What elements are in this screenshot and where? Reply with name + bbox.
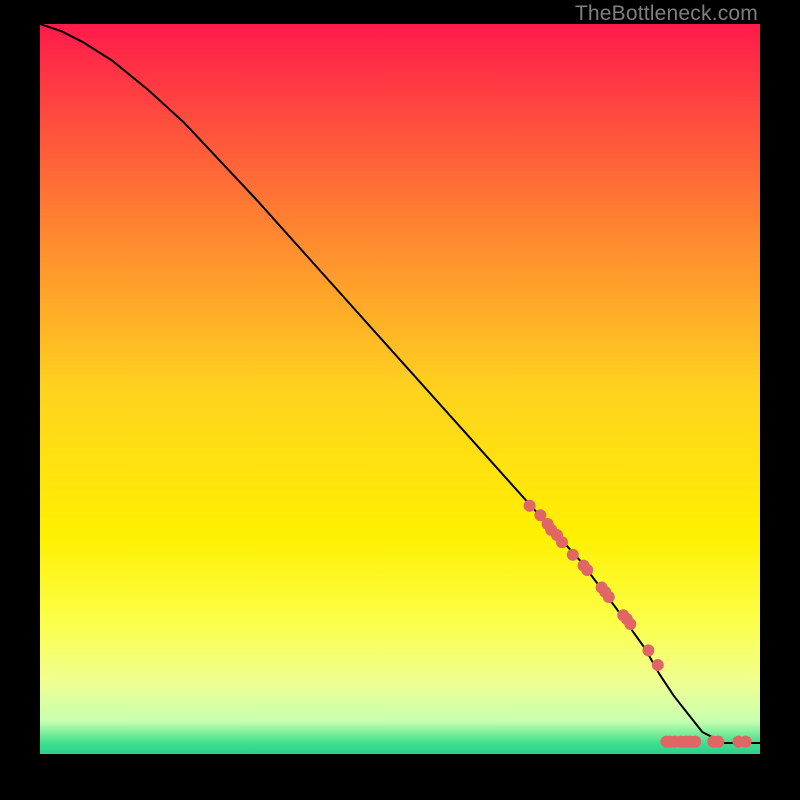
scatter-point (624, 618, 636, 630)
scatter-point (652, 659, 664, 671)
scatter-point (603, 591, 615, 603)
chart-frame (40, 24, 760, 754)
scatter-point (642, 644, 654, 656)
scatter-point (581, 564, 593, 576)
scatter-point (712, 736, 724, 748)
chart-background (40, 24, 760, 754)
scatter-point (689, 736, 701, 748)
scatter-point (567, 549, 579, 561)
watermark-text: TheBottleneck.com (575, 2, 758, 26)
chart-svg (40, 24, 760, 754)
scatter-point (556, 536, 568, 548)
scatter-point (740, 736, 752, 748)
scatter-point (524, 500, 536, 512)
